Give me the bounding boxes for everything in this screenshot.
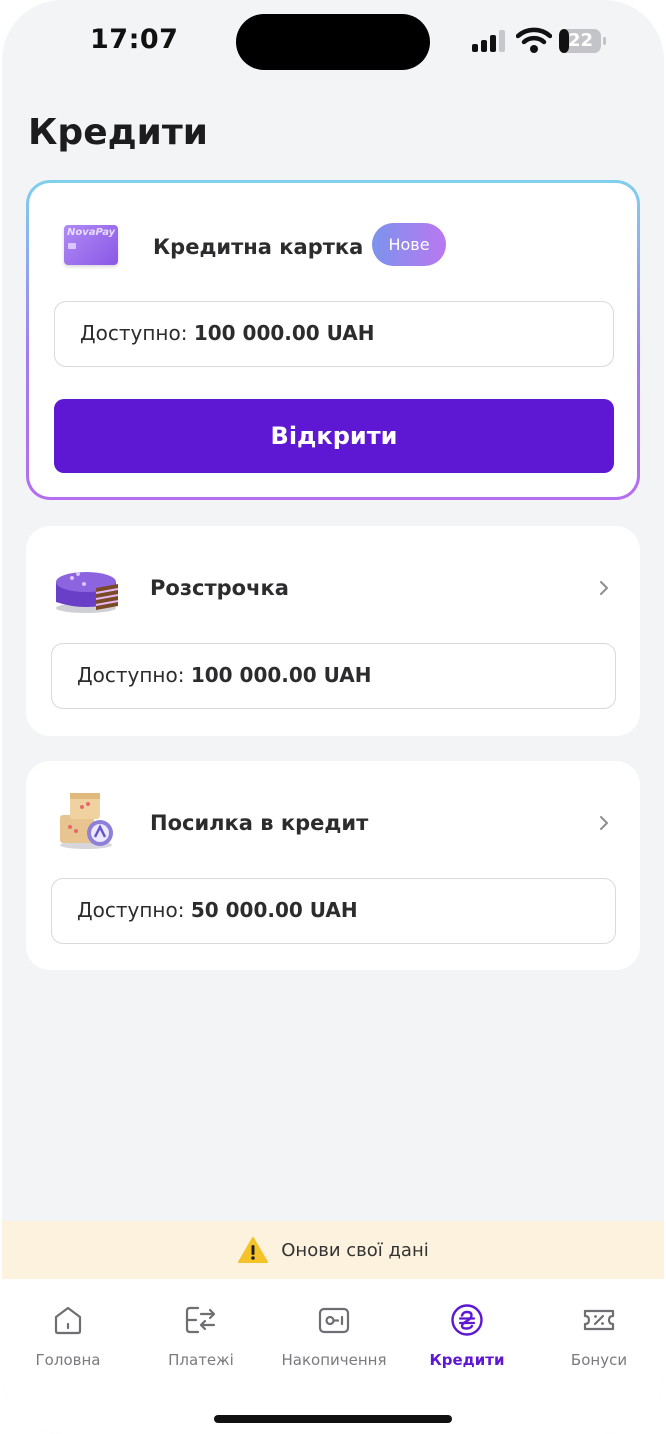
available-value: 100 000.00 UAH	[190, 663, 372, 687]
warning-icon	[238, 1237, 269, 1263]
installment-card[interactable]: Розстрочка Доступно: 100 000.00 UAH	[26, 526, 640, 736]
bottom-tab-bar: Головна Платежі Накопичення Кредити Бону…	[2, 1279, 664, 1434]
parcel-credit-card[interactable]: Посилка в кредит Доступно: 50 000.00 UAH	[26, 761, 640, 970]
tab-label: Платежі	[168, 1351, 234, 1369]
new-badge: Нове	[372, 223, 446, 266]
parcel-available-field: Доступно: 50 000.00 UAH	[51, 878, 616, 944]
installment-title: Розстрочка	[150, 576, 289, 600]
chevron-right-icon	[600, 816, 608, 830]
tab-payments[interactable]: Платежі	[135, 1303, 267, 1369]
parcel-credit-title: Посилка в кредит	[150, 811, 369, 835]
dynamic-island	[236, 14, 430, 70]
chevron-right-icon	[600, 581, 608, 595]
battery-level: 22	[568, 30, 594, 51]
status-bar: 17:07 22	[2, 0, 664, 90]
page-title: Кредити	[28, 112, 208, 153]
savings-icon	[318, 1307, 350, 1334]
status-time: 17:07	[90, 24, 179, 55]
home-icon	[54, 1306, 82, 1335]
update-data-banner[interactable]: Онови свої дані	[2, 1221, 664, 1279]
transfer-icon	[185, 1306, 216, 1334]
cake-icon	[56, 572, 119, 613]
available-value: 50 000.00 UAH	[190, 898, 358, 922]
wifi-icon	[516, 27, 552, 53]
available-value: 100 000.00 UAH	[193, 321, 375, 345]
tab-label: Головна	[35, 1351, 101, 1369]
available-credit-field: Доступно: 100 000.00 UAH	[54, 301, 614, 367]
parcel-boxes-icon	[60, 793, 113, 849]
available-label: Доступно:	[77, 898, 191, 922]
battery-icon: 22	[559, 28, 607, 54]
home-indicator[interactable]	[214, 1415, 452, 1423]
hryvnia-icon	[451, 1304, 483, 1336]
installment-available-field: Доступно: 100 000.00 UAH	[51, 643, 616, 709]
warning-text: Онови свої дані	[281, 1239, 429, 1261]
tab-bonuses[interactable]: Бонуси	[533, 1303, 664, 1369]
credit-card-title: Кредитна картка	[153, 235, 364, 259]
coupon-icon	[583, 1309, 615, 1331]
card-brand-label: NovaPay	[67, 227, 116, 238]
tab-credits[interactable]: Кредити	[401, 1303, 533, 1369]
tab-label: Кредити	[429, 1351, 505, 1369]
tab-savings[interactable]: Накопичення	[268, 1303, 400, 1369]
cellular-signal-icon	[472, 30, 505, 52]
available-label: Доступно:	[80, 321, 194, 345]
tab-label: Накопичення	[281, 1351, 387, 1369]
open-credit-card-button[interactable]: Відкрити	[54, 399, 614, 473]
tab-home[interactable]: Головна	[2, 1303, 134, 1369]
available-label: Доступно:	[77, 663, 191, 687]
app-screen: 17:07 22 Кредити NovaPay Кредитна картка…	[2, 0, 664, 1434]
credit-card-offer: NovaPay Кредитна картка Нове Доступно: 1…	[26, 180, 640, 500]
novapay-card-image: NovaPay	[64, 225, 118, 265]
tab-label: Бонуси	[570, 1351, 628, 1369]
